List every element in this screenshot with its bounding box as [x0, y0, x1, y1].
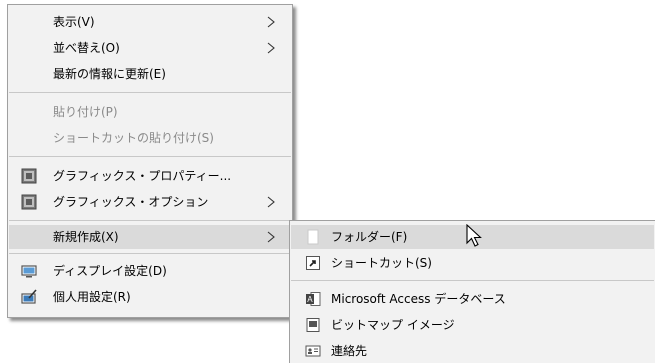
menu-item-label: 個人用設定(R) [53, 290, 131, 304]
graphics-icon [21, 168, 37, 184]
menu-separator [9, 92, 291, 93]
access-database-icon: A [306, 292, 321, 306]
menu-item-label: 並べ替え(O) [53, 41, 120, 55]
menu-item-label: グラフィックス・オプション [53, 195, 209, 209]
menu-item-label: ショートカットの貼り付け(S) [53, 131, 214, 145]
bitmap-image-icon [306, 318, 320, 332]
menu-item-refresh[interactable]: 最新の情報に更新(E) [9, 62, 291, 86]
menu-item-label: 新規作成(X) [53, 230, 119, 244]
graphics-icon [21, 194, 37, 210]
contact-card-icon [305, 345, 321, 357]
menu-separator [9, 253, 291, 254]
menu-item-label: 最新の情報に更新(E) [53, 67, 166, 81]
menu-item-label: 連絡先 [331, 344, 368, 358]
mouse-pointer-icon [466, 224, 482, 247]
submenu-item-bitmap[interactable]: ビットマップ イメージ [291, 313, 654, 337]
menu-separator [9, 220, 291, 221]
menu-item-label: Microsoft Access データベース [331, 292, 506, 306]
menu-separator [291, 280, 654, 281]
menu-item-label: ディスプレイ設定(D) [53, 264, 167, 278]
menu-item-display-settings[interactable]: ディスプレイ設定(D) [9, 259, 291, 283]
folder-icon [307, 229, 319, 245]
menu-item-label: フォルダー(F) [331, 230, 408, 244]
chevron-right-icon [267, 231, 275, 243]
menu-item-paste-shortcut[interactable]: ショートカットの貼り付け(S) [9, 126, 291, 150]
menu-item-label: ショートカット(S) [331, 256, 432, 270]
menu-item-personalize[interactable]: 個人用設定(R) [9, 285, 291, 309]
menu-item-label: 貼り付け(P) [53, 105, 118, 119]
chevron-right-icon [267, 42, 275, 54]
menu-item-sort[interactable]: 並べ替え(O) [9, 36, 291, 60]
personalize-icon [21, 289, 37, 304]
submenu-item-contact[interactable]: 連絡先 [291, 339, 654, 363]
menu-item-view[interactable]: 表示(V) [9, 10, 291, 34]
menu-item-label: グラフィックス・プロパティー... [53, 169, 232, 183]
shortcut-icon [306, 256, 320, 270]
menu-item-graphics-options[interactable]: グラフィックス・オプション [9, 190, 291, 214]
menu-item-graphics-properties[interactable]: グラフィックス・プロパティー... [9, 164, 291, 188]
desktop-context-menu: 表示(V) 並べ替え(O) 最新の情報に更新(E) 貼り付け(P) ショートカッ… [7, 4, 293, 318]
svg-text:A: A [307, 295, 313, 304]
submenu-item-access-database[interactable]: A Microsoft Access データベース [291, 287, 654, 311]
monitor-icon [21, 265, 37, 278]
menu-separator [9, 156, 291, 157]
chevron-right-icon [267, 196, 275, 208]
menu-item-label: 表示(V) [53, 15, 95, 29]
menu-item-label: ビットマップ イメージ [331, 318, 455, 332]
submenu-item-shortcut[interactable]: ショートカット(S) [291, 251, 654, 275]
menu-item-new[interactable]: 新規作成(X) [9, 225, 291, 249]
menu-item-paste[interactable]: 貼り付け(P) [9, 100, 291, 124]
chevron-right-icon [267, 16, 275, 28]
